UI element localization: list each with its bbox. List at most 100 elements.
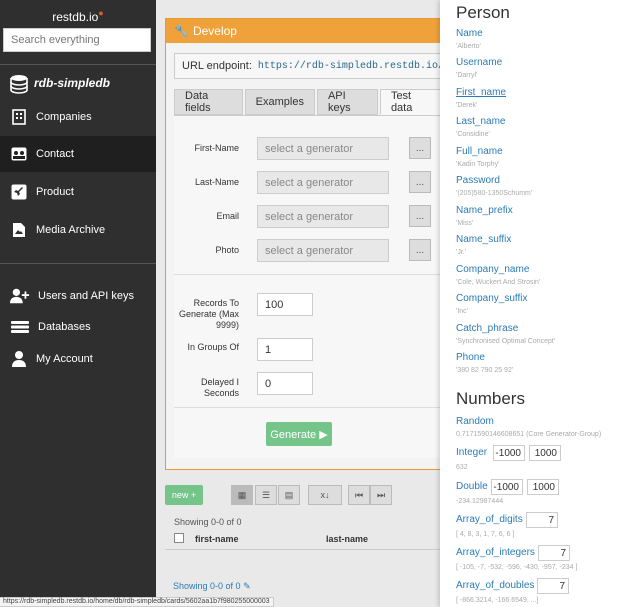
generator-array-of-integers[interactable]: Array_of_integers bbox=[456, 547, 535, 558]
download-icon: x↓ bbox=[320, 490, 330, 500]
card-view-button[interactable]: ▤ bbox=[278, 485, 300, 505]
first-name-generator-select[interactable]: select a generator bbox=[257, 137, 389, 160]
email-options-button[interactable]: ... bbox=[409, 205, 431, 227]
generator-example: 'Derek' bbox=[456, 102, 478, 109]
database-name[interactable]: rdb-simpledb bbox=[34, 76, 110, 90]
grid-view-button[interactable]: ▦ bbox=[231, 485, 253, 505]
image-icon bbox=[10, 221, 28, 239]
next-page-button[interactable]: ⏭ bbox=[370, 485, 392, 505]
generator-example: 'Jr.' bbox=[456, 249, 467, 256]
tab-api-keys[interactable]: API keys bbox=[316, 89, 378, 115]
sidebar-item-contact[interactable]: Contact bbox=[0, 136, 156, 172]
generator-phone[interactable]: Phone bbox=[456, 352, 485, 363]
first-page-button[interactable]: ⏮ bbox=[348, 485, 370, 505]
generator-example: 'Alberto' bbox=[456, 43, 481, 50]
list-view-button[interactable]: ☰ bbox=[255, 485, 277, 505]
generator-random[interactable]: Random bbox=[456, 416, 494, 427]
delay-input[interactable]: 0 bbox=[257, 372, 313, 395]
generator-company-suffix[interactable]: Company_suffix bbox=[456, 293, 528, 304]
first-name-options-button[interactable]: ... bbox=[409, 137, 431, 159]
sidebar: restdb.io● rdb-simpledb Companies Contac… bbox=[0, 0, 156, 607]
column-header-first-name[interactable]: first-name bbox=[195, 534, 239, 544]
numbers-heading: Numbers bbox=[456, 389, 525, 408]
showing-count-bottom[interactable]: Showing 0-0 of 0 ✎ bbox=[173, 581, 251, 592]
generator-first-name[interactable]: First_name bbox=[456, 87, 506, 98]
integer-min-input[interactable]: -1000 bbox=[493, 445, 525, 461]
generator-example: 'Considine' bbox=[456, 131, 490, 138]
generator-name-suffix[interactable]: Name_suffix bbox=[456, 234, 511, 245]
double-max-input[interactable]: 1000 bbox=[527, 479, 559, 495]
generator-example: [ -866.3214, -166.6549, ...] bbox=[456, 597, 539, 604]
generator-example: 0.7171590146608651 (Core Generator-Group… bbox=[456, 431, 602, 438]
tab-data-fields[interactable]: Data fields bbox=[174, 89, 243, 115]
add-user-icon bbox=[10, 287, 30, 305]
generator-password[interactable]: Password bbox=[456, 175, 500, 186]
skip-back-icon: ⏮ bbox=[354, 489, 364, 500]
integers-count-input[interactable]: 7 bbox=[538, 545, 570, 561]
generator-example: 'Kadin Torphy' bbox=[456, 161, 500, 168]
generator-name-prefix[interactable]: Name_prefix bbox=[456, 205, 513, 216]
url-endpoint-value[interactable]: https://rdb-simpledb.restdb.io/rest/co bbox=[258, 61, 445, 72]
email-generator-select[interactable]: select a generator bbox=[257, 205, 389, 228]
develop-title: Develop bbox=[192, 24, 237, 38]
records-input[interactable]: 100 bbox=[257, 293, 313, 316]
sidebar-item-label: Databases bbox=[38, 321, 91, 333]
search-input[interactable] bbox=[4, 29, 150, 51]
column-header-last-name[interactable]: last-name bbox=[326, 534, 368, 544]
document-icon: ▤ bbox=[284, 489, 294, 500]
generator-array-of-doubles[interactable]: Array_of_doubles bbox=[456, 580, 534, 591]
generator-full-name[interactable]: Full_name bbox=[456, 146, 503, 157]
url-endpoint: URL endpoint: https://rdb-simpledb.restd… bbox=[174, 53, 446, 79]
generator-example: [ 4, 8, 3, 1, 7, 6, 6 ] bbox=[456, 531, 515, 538]
divider bbox=[174, 274, 446, 275]
doubles-count-input[interactable]: 7 bbox=[537, 578, 569, 594]
double-min-input[interactable]: -1000 bbox=[491, 479, 523, 495]
sidebar-item-product[interactable]: Product bbox=[0, 174, 156, 210]
generator-example: -234.12987444 bbox=[456, 498, 504, 505]
generate-button[interactable]: Generate ▶ bbox=[266, 422, 332, 446]
sidebar-item-label: Media Archive bbox=[36, 224, 106, 236]
generator-double[interactable]: Double bbox=[456, 481, 488, 492]
generator-company-name[interactable]: Company_name bbox=[456, 264, 529, 275]
tab-test-data[interactable]: Test data bbox=[379, 89, 443, 115]
generator-username[interactable]: Username bbox=[456, 57, 502, 68]
rocket-icon bbox=[10, 183, 28, 201]
sidebar-item-my-account[interactable]: My Account bbox=[0, 341, 156, 377]
generator-array-of-digits[interactable]: Array_of_digits bbox=[456, 514, 523, 525]
sidebar-item-databases[interactable]: Databases bbox=[0, 309, 156, 345]
restdb-logo[interactable]: restdb.io● bbox=[0, 8, 156, 24]
generator-integer[interactable]: Integer bbox=[456, 447, 487, 458]
groups-label: In Groups Of bbox=[187, 342, 239, 352]
last-name-generator-select[interactable]: select a generator bbox=[257, 171, 389, 194]
generator-name[interactable]: Name bbox=[456, 28, 483, 39]
showing-count-top: Showing 0-0 of 0 bbox=[174, 517, 242, 527]
sidebar-item-companies[interactable]: Companies bbox=[0, 99, 156, 135]
generator-last-name[interactable]: Last_name bbox=[456, 116, 505, 127]
databases-icon bbox=[10, 318, 30, 336]
generator-example: 'Miss' bbox=[456, 220, 474, 227]
search-box[interactable] bbox=[3, 28, 151, 52]
field-label: Email bbox=[216, 211, 239, 221]
new-record-button[interactable]: new + bbox=[165, 485, 203, 505]
sidebar-item-label: My Account bbox=[36, 353, 93, 365]
last-name-options-button[interactable]: ... bbox=[409, 171, 431, 193]
digits-count-input[interactable]: 7 bbox=[526, 512, 558, 528]
divider bbox=[0, 263, 156, 264]
photo-generator-select[interactable]: select a generator bbox=[257, 239, 389, 262]
user-icon bbox=[10, 350, 28, 368]
field-label: Photo bbox=[215, 245, 239, 255]
generator-panel: Person Name 'Alberto' Username 'Darryl' … bbox=[440, 0, 640, 607]
generator-catch-phrase[interactable]: Catch_phrase bbox=[456, 323, 518, 334]
tab-examples[interactable]: Examples bbox=[244, 89, 315, 115]
url-endpoint-label: URL endpoint: bbox=[182, 60, 252, 72]
sidebar-item-media-archive[interactable]: Media Archive bbox=[0, 212, 156, 248]
photo-options-button[interactable]: ... bbox=[409, 239, 431, 261]
export-button[interactable]: x↓ bbox=[308, 485, 342, 505]
generator-example: '380 82 790 25 92' bbox=[456, 367, 514, 374]
generator-example: 632 bbox=[456, 464, 468, 471]
integer-max-input[interactable]: 1000 bbox=[529, 445, 561, 461]
groups-input[interactable]: 1 bbox=[257, 338, 313, 361]
records-label: Records To Generate (Max 9999) bbox=[178, 298, 239, 330]
select-all-checkbox[interactable] bbox=[174, 533, 184, 543]
building-icon bbox=[10, 108, 28, 126]
